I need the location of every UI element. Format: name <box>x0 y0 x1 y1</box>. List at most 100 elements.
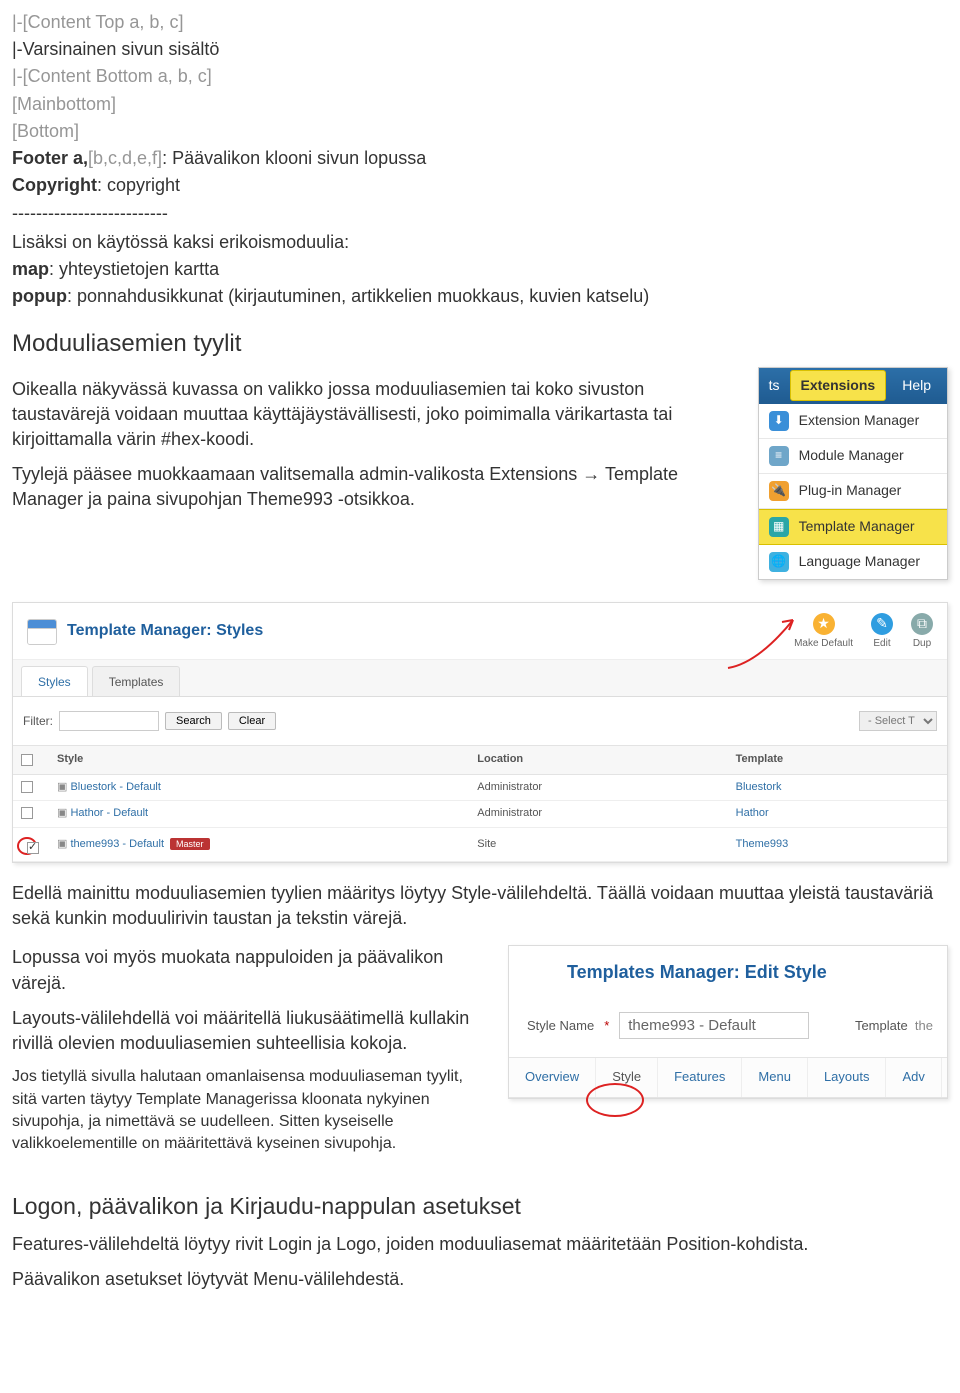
col-location[interactable]: Location <box>469 746 727 774</box>
menu-label: Extension Manager <box>799 411 920 431</box>
template-link[interactable]: Bluestork <box>736 781 782 793</box>
es-header: Templates Manager: Edit Style <box>509 946 947 996</box>
action-label: Edit <box>873 637 890 651</box>
template-icon: ▦ <box>769 517 789 537</box>
action-label: Dup <box>913 637 931 651</box>
tab-extensions[interactable]: Extensions <box>790 370 887 402</box>
row-checkbox[interactable] <box>21 807 33 819</box>
filter-input[interactable] <box>59 711 159 731</box>
style-link[interactable]: theme993 - Default <box>70 838 164 850</box>
location-cell: Site <box>469 827 727 861</box>
row-checkbox-checked[interactable] <box>27 842 39 854</box>
required-asterisk: * <box>604 1017 609 1035</box>
line-popup: popup: ponnahdusikkunat (kirjautuminen, … <box>12 284 948 309</box>
template-label: Template the <box>855 1017 933 1035</box>
line-content-bottom: |-[Content Bottom a, b, c] <box>12 64 948 89</box>
style-link[interactable]: Hathor - Default <box>70 807 148 819</box>
module-icon: ≡ <box>769 446 789 466</box>
mid-paragraph-1: Edellä mainittu moduuliasemien tyylien m… <box>12 881 948 931</box>
tab-adv[interactable]: Adv <box>886 1058 941 1096</box>
edit-button[interactable]: ✎ Edit <box>871 613 893 651</box>
tab-help[interactable]: Help <box>892 372 941 400</box>
location-cell: Administrator <box>469 774 727 800</box>
col-style[interactable]: Style <box>49 746 469 774</box>
duplicate-button[interactable]: ⧉ Dup <box>911 613 933 651</box>
table-row: ▣ Bluestork - Default Administrator Blue… <box>13 774 947 800</box>
template-link[interactable]: Theme993 <box>736 838 789 850</box>
line-copyright: Copyright: copyright <box>12 173 948 198</box>
tab-overview[interactable]: Overview <box>509 1058 596 1096</box>
screenshot-edit-style: Templates Manager: Edit Style Style Name… <box>508 945 948 1098</box>
table-row: ▣ theme993 - DefaultMaster Site Theme993 <box>13 827 947 861</box>
red-arrow-annotation <box>718 608 828 678</box>
menu-item-template-manager[interactable]: ▦ Template Manager <box>759 509 947 545</box>
styles-paragraph-1: Oikealla näkyvässä kuvassa on valikko jo… <box>12 377 746 453</box>
mid-paragraph-2: Lopussa voi myös muokata nappuloiden ja … <box>12 945 490 995</box>
mid-paragraph-3: Layouts-välilehdellä voi määritellä liuk… <box>12 1006 490 1056</box>
filter-label: Filter: <box>23 713 53 730</box>
style-name-label: Style Name <box>527 1017 594 1035</box>
tm-styles-table: Style Location Template ▣ Bluestork - De… <box>13 745 947 862</box>
logon-paragraph-1: Features-välilehdeltä löytyy rivit Login… <box>12 1232 948 1257</box>
clear-button[interactable]: Clear <box>228 712 276 730</box>
admin-top-bar: ts Extensions Help <box>759 368 947 404</box>
template-header-icon <box>27 619 57 645</box>
heading-module-styles: Moduuliasemien tyylit <box>12 327 948 361</box>
menu-item-language-manager[interactable]: 🌐 Language Manager <box>759 545 947 579</box>
heading-logon-settings: Logon, päävalikon ja Kirjaudu-nappulan a… <box>12 1190 948 1222</box>
structure-list: |-[Content Top a, b, c] |-Varsinainen si… <box>12 10 948 309</box>
menu-label: Language Manager <box>799 552 920 572</box>
template-filter-select[interactable]: - Select T <box>859 711 937 731</box>
style-link[interactable]: Bluestork - Default <box>70 781 160 793</box>
tab-templates[interactable]: Templates <box>92 666 181 697</box>
tpl-label-text: Template <box>855 1018 908 1033</box>
popup-desc: : ponnahdusikkunat (kirjautuminen, artik… <box>67 286 649 306</box>
menu-item-module-manager[interactable]: ≡ Module Manager <box>759 439 947 474</box>
popup-label: popup <box>12 286 67 306</box>
pencil-icon: ✎ <box>871 613 893 635</box>
extensions-dropdown: ⬇ Extension Manager ≡ Module Manager 🔌 P… <box>759 404 947 579</box>
tm-filter-row: Filter: Search Clear - Select T <box>13 697 947 745</box>
tm-title: Template Manager: Styles <box>67 620 794 642</box>
location-cell: Administrator <box>469 801 727 827</box>
line-extra-modules: Lisäksi on käytössä kaksi erikoismoduuli… <box>12 230 948 255</box>
menu-label: Module Manager <box>799 446 904 466</box>
row-checkbox[interactable] <box>21 781 33 793</box>
download-icon: ⬇ <box>769 411 789 431</box>
line-mainbottom: [Mainbottom] <box>12 92 948 117</box>
menu-label: Plug-in Manager <box>799 481 902 501</box>
copyright-desc: : copyright <box>97 175 180 195</box>
table-row: ▣ Hathor - Default Administrator Hathor <box>13 801 947 827</box>
map-label: map <box>12 259 49 279</box>
tab-ts-fragment: ts <box>765 372 784 400</box>
menu-item-extension-manager[interactable]: ⬇ Extension Manager <box>759 404 947 439</box>
line-bottom: [Bottom] <box>12 119 948 144</box>
select-all-checkbox[interactable] <box>21 754 33 766</box>
menu-item-plugin-manager[interactable]: 🔌 Plug-in Manager <box>759 474 947 509</box>
master-badge: Master <box>170 838 210 850</box>
styles-paragraph-2: Tyylejä pääsee muokkaamaan valitsemalla … <box>12 462 746 512</box>
tab-layouts[interactable]: Layouts <box>808 1058 887 1096</box>
col-template[interactable]: Template <box>728 746 947 774</box>
line-footer: Footer a,[b,c,d,e,f]: Päävalikon klooni … <box>12 146 948 171</box>
tab-menu[interactable]: Menu <box>742 1058 808 1096</box>
map-desc: : yhteystietojen kartta <box>49 259 219 279</box>
globe-icon: 🌐 <box>769 552 789 572</box>
style-name-input[interactable] <box>619 1012 809 1039</box>
line-varsinainen: |-Varsinainen sivun sisältö <box>12 37 948 62</box>
mid-paragraph-4: Jos tietyllä sivulla halutaan omanlaisen… <box>12 1066 490 1156</box>
search-button[interactable]: Search <box>165 712 222 730</box>
copy-icon: ⧉ <box>911 613 933 635</box>
es-tabs: Overview Style Features Menu Layouts Adv <box>509 1057 947 1097</box>
tpl-value-text: the <box>915 1018 933 1033</box>
screenshot-extensions-menu: ts Extensions Help ⬇ Extension Manager ≡… <box>758 367 948 580</box>
red-circle-annotation-style <box>586 1083 644 1117</box>
logon-paragraph-2: Päävalikon asetukset löytyvät Menu-välil… <box>12 1267 948 1292</box>
es-name-row: Style Name * Template the <box>509 996 947 1049</box>
separator-dashes: -------------------------- <box>12 201 948 226</box>
es-title: Templates Manager: Edit Style <box>567 960 827 985</box>
template-header-icon <box>523 958 555 986</box>
tab-styles[interactable]: Styles <box>21 666 88 697</box>
tab-features[interactable]: Features <box>658 1058 742 1096</box>
template-link[interactable]: Hathor <box>736 807 769 819</box>
